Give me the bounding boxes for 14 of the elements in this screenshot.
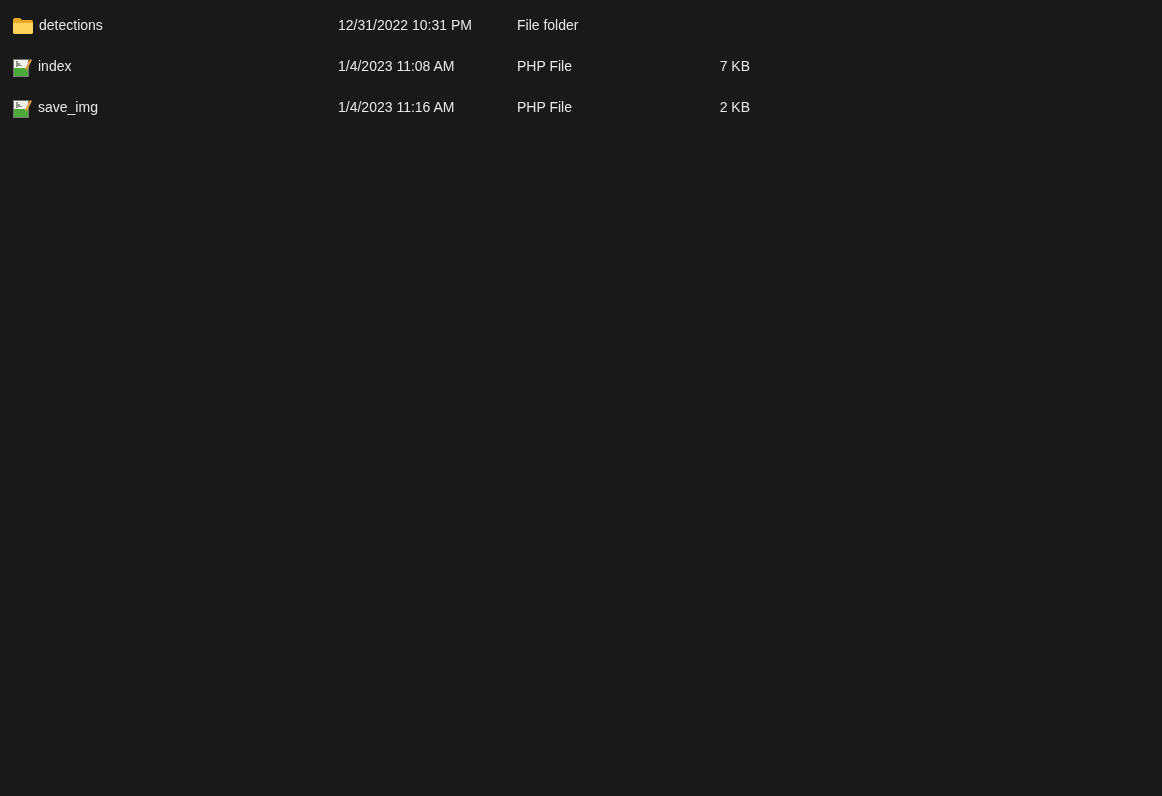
script-file-icon — [13, 97, 32, 118]
date-modified: 1/4/2023 11:16 AM — [338, 99, 455, 115]
file-type: PHP File — [517, 99, 572, 115]
file-type: PHP File — [517, 58, 572, 74]
folder-icon — [13, 17, 33, 34]
file-size: 2 KB — [719, 99, 750, 115]
file-name[interactable]: save_img — [38, 97, 98, 118]
file-size: 7 KB — [719, 58, 750, 74]
file-name[interactable]: detections — [39, 15, 103, 36]
file-name[interactable]: index — [38, 56, 72, 77]
script-file-icon — [13, 56, 32, 77]
date-modified: 12/31/2022 10:31 PM — [338, 17, 472, 33]
file-type: File folder — [517, 17, 579, 33]
date-modified: 1/4/2023 11:08 AM — [338, 58, 455, 74]
